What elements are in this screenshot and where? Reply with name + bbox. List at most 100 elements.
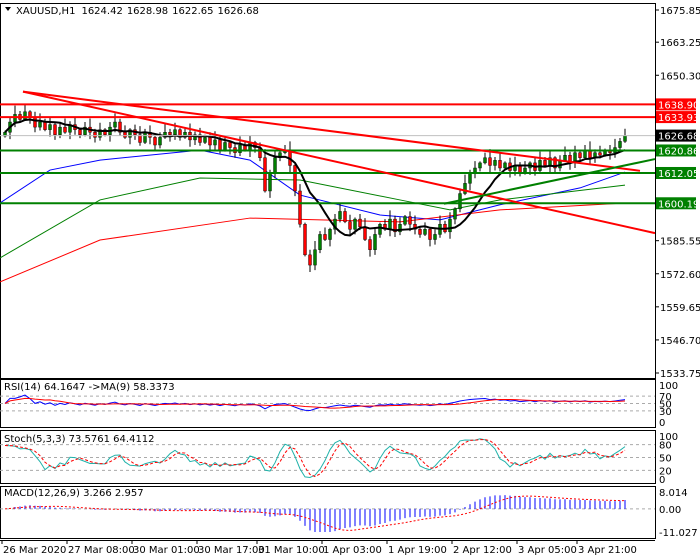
time-tick-label: 30 Mar 01:00 <box>133 545 200 556</box>
rsi-axis-label: 0 <box>659 418 665 429</box>
candle-bull <box>453 208 457 220</box>
close-value: 1626.68 <box>218 6 259 17</box>
price-tick-label: 1650.30 <box>660 71 700 82</box>
stoch-signal-line <box>4 439 626 478</box>
candle-bull <box>173 129 177 135</box>
candle-bear <box>33 116 37 128</box>
price-tick-label: 1663.25 <box>660 38 700 49</box>
candle-bear <box>498 160 502 169</box>
price-label-text: 1626.68 <box>658 132 699 143</box>
candle-bull <box>503 162 507 169</box>
macd-axis-label: -11.027 <box>659 528 698 539</box>
panel-border <box>0 3 656 379</box>
candle-bull <box>328 229 332 240</box>
symbol-label: XAUUSD,H1 <box>16 6 75 17</box>
candle-bull <box>478 162 482 169</box>
svg-text:XAUUSD,H11624.421628.981622.65: XAUUSD,H1 1624.42 1628.98 1622.65 1626.68 <box>16 6 259 17</box>
price-label-text: 1633.93 <box>658 113 699 124</box>
candle-bull <box>353 218 357 230</box>
candle-bull <box>463 183 467 194</box>
candle-bear <box>418 229 422 235</box>
high-value: 1628.98 <box>127 6 168 17</box>
candle-bull <box>423 229 427 235</box>
candle-bull <box>238 144 242 153</box>
price-label-text: 1600.19 <box>658 199 699 210</box>
candle-bear <box>578 152 582 158</box>
candle-bear <box>363 226 367 240</box>
candle-bear <box>428 229 432 240</box>
candle-bull <box>58 126 62 135</box>
candle-bear <box>123 132 127 138</box>
price-label-text: 1638.90 <box>658 100 699 111</box>
chart-header: XAUUSD,H1 1624.42 1628.98 1622.65 1626.68 <box>5 6 259 17</box>
stoch-label: Stoch(5,3,3) 73.5761 64.4112 <box>4 434 155 445</box>
candle-bull <box>38 121 42 128</box>
candle-bear <box>348 221 352 230</box>
stoch-axis-label: 50 <box>659 454 672 465</box>
candle-bull <box>23 111 27 120</box>
macd-label: MACD(12,26,9) 3.266 2.957 <box>4 488 144 499</box>
time-tick-label: 26 Mar 2020 <box>3 545 66 556</box>
candle-bull <box>403 216 407 225</box>
candle-bear <box>63 126 67 133</box>
candle-bull <box>113 121 117 128</box>
candle-bull <box>378 223 382 235</box>
macd-axis-label: 0.00 <box>659 505 681 516</box>
candle-bear <box>218 139 222 151</box>
candle-bear <box>368 239 372 250</box>
candle-bear <box>298 190 302 225</box>
candle-bull <box>48 124 52 130</box>
price-tick-label: 1546.70 <box>660 336 700 347</box>
trading-chart[interactable]: 1675.85 1663.25 1650.30 1585.55 1572.60 1559.… <box>0 0 700 560</box>
candle-bear <box>263 157 267 192</box>
candle-bear <box>308 254 312 266</box>
candle-bull <box>483 157 487 164</box>
candle-bear <box>228 142 232 148</box>
candle-bear <box>323 234 327 240</box>
candle-bull <box>143 132 147 143</box>
candle-bull <box>338 211 342 220</box>
candle-bear <box>43 121 47 130</box>
candle-bull <box>318 234 322 250</box>
price-panel[interactable]: 1675.85 1663.25 1650.30 1585.55 1572.60 1559.… <box>0 3 700 381</box>
ma-black-line <box>4 118 626 237</box>
time-axis: 26 Mar 2020 27 Mar 08:0030 Mar 01:0030 Ma… <box>0 540 655 556</box>
candle-bear <box>78 129 82 135</box>
candle-bull <box>563 155 567 161</box>
time-tick-label: 1 Apr 03:00 <box>323 545 382 556</box>
price-tick-label: 1533.75 <box>660 369 700 380</box>
candle-bear <box>543 160 547 166</box>
price-tick-label: 1585.55 <box>660 237 700 248</box>
rsi-line <box>4 394 626 412</box>
candle-bull <box>468 172 472 184</box>
macd-axis-label: 8.014 <box>659 488 688 499</box>
time-tick-label: 30 Mar 17:00 <box>198 545 265 556</box>
candle-bear <box>358 218 362 227</box>
candle-bear <box>168 132 172 135</box>
candle-bull <box>223 142 227 151</box>
candle-bear <box>153 137 157 146</box>
candle-bull <box>493 160 497 166</box>
rsi-axis-label: 30 <box>659 407 672 418</box>
dropdown-triangle-icon[interactable] <box>5 7 11 11</box>
candle-bull <box>13 114 17 123</box>
time-tick-label: 1 Apr 19:00 <box>388 545 447 556</box>
candle-bear <box>408 216 412 225</box>
price-label-text: 1612.05 <box>658 169 699 180</box>
rsi-label: RSI(14) 64.1647 ->MA(9) 58.3373 <box>4 382 175 393</box>
candle-bear <box>93 132 97 138</box>
candle-bear <box>208 137 212 146</box>
price-label-text: 1620.86 <box>658 146 699 157</box>
candle-bull <box>618 141 622 148</box>
candle-bear <box>53 124 57 135</box>
candle-bear <box>343 211 347 222</box>
rsi-axis-label: 100 <box>659 381 678 392</box>
candle-bear <box>518 165 522 174</box>
candle-bull <box>313 249 317 266</box>
time-tick-label: 31 Mar 10:00 <box>258 545 325 556</box>
time-tick-label: 27 Mar 08:00 <box>68 545 135 556</box>
stoch-axis-label: 80 <box>659 441 672 452</box>
candle-bear <box>488 157 492 166</box>
candle-bear <box>293 165 297 192</box>
candle-bear <box>598 152 602 156</box>
